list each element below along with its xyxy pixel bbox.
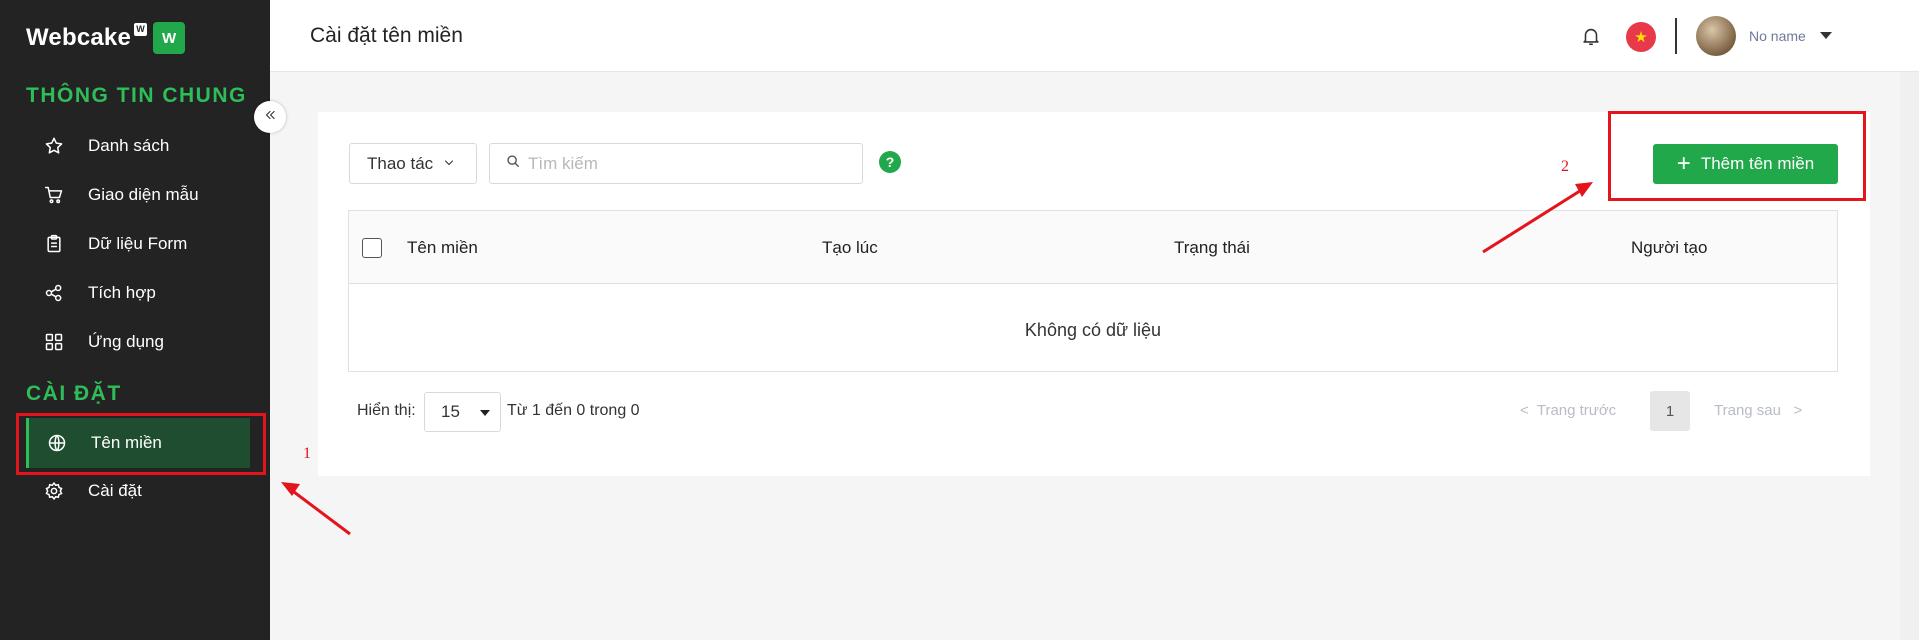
top-header: Cài đặt tên miền ★ No name <box>270 0 1919 72</box>
logo-badge: W <box>153 22 186 54</box>
caret-down-icon <box>480 410 490 416</box>
sidebar-item-label: Ứng dụng <box>88 332 164 351</box>
chevron-left-icon: < <box>1520 402 1533 419</box>
range-text: Từ 1 đến 0 trong 0 <box>507 402 640 419</box>
double-chevron-left-icon <box>263 108 277 127</box>
sidebar-item-label: Cài đặt <box>88 481 142 500</box>
prev-page-button[interactable]: < Trang trước <box>1520 402 1616 419</box>
clipboard-icon <box>42 232 66 256</box>
annotation-highlight-add-button <box>1608 111 1866 201</box>
actions-label: Thao tác <box>367 153 434 173</box>
search-box[interactable] <box>489 143 863 184</box>
sidebar-item-label: Danh sách <box>88 136 170 155</box>
collapse-sidebar-button[interactable] <box>254 101 286 133</box>
sidebar-item-list[interactable]: Danh sách <box>26 123 250 169</box>
annotation-highlight-domains <box>16 413 266 475</box>
grid-icon <box>42 330 66 354</box>
column-header-creator[interactable]: Người tạo <box>1631 238 1707 258</box>
page-title: Cài đặt tên miền <box>310 24 463 47</box>
table-header: Tên miền Tạo lúc Trạng thái Người tạo <box>349 211 1837 284</box>
cart-icon <box>42 183 66 207</box>
column-header-created-at[interactable]: Tạo lúc <box>822 238 878 258</box>
empty-state-text: Không có dữ liệu <box>1024 320 1162 340</box>
logo-text: Webcake <box>26 24 132 51</box>
sidebar-item-templates[interactable]: Giao diện mẫu <box>26 172 250 218</box>
sidebar-item-label: Tích hợp <box>88 283 156 302</box>
page-size-value: 15 <box>441 402 460 421</box>
column-header-status[interactable]: Trạng thái <box>1174 238 1250 258</box>
next-page-label: Trang sau <box>1714 402 1781 419</box>
annotation-arrow-1 <box>289 487 351 536</box>
share-icon <box>42 281 66 305</box>
language-flag-icon[interactable]: ★ <box>1626 22 1656 52</box>
actions-dropdown[interactable]: Thao tác <box>349 143 477 184</box>
sidebar-item-apps[interactable]: Ứng dụng <box>26 319 250 365</box>
prev-page-label: Trang trước <box>1536 402 1617 419</box>
help-icon[interactable]: ? <box>879 151 901 173</box>
header-divider <box>1675 18 1677 54</box>
chevron-down-icon <box>443 154 455 174</box>
section-title-settings: CÀI ĐẶT <box>26 382 122 405</box>
annotation-label-2: 2 <box>1561 158 1569 175</box>
annotation-arrowhead-1 <box>281 482 300 496</box>
page-number-button[interactable]: 1 <box>1650 391 1690 431</box>
chevron-right-icon: > <box>1785 402 1803 419</box>
gear-icon <box>42 479 66 503</box>
annotation-label-1: 1 <box>303 445 311 462</box>
logo-superscript: W <box>134 22 148 36</box>
sidebar-item-form-data[interactable]: Dữ liệu Form <box>26 221 250 267</box>
section-title-general: THÔNG TIN CHUNG <box>26 84 247 107</box>
page-size-label: Hiển thị: <box>357 402 416 419</box>
sidebar-item-label: Dữ liệu Form <box>88 234 188 253</box>
sidebar: Webcake W W THÔNG TIN CHUNG Danh sách Gi… <box>0 0 270 640</box>
sidebar-item-label: Giao diện mẫu <box>88 185 199 204</box>
page-size-select[interactable]: 15 <box>424 392 501 432</box>
sidebar-item-integrations[interactable]: Tích hợp <box>26 270 250 316</box>
caret-down-icon[interactable] <box>1820 32 1832 39</box>
next-page-button[interactable]: Trang sau > <box>1714 402 1802 419</box>
scrollbar[interactable] <box>1900 72 1919 640</box>
logo[interactable]: Webcake W W <box>26 22 186 54</box>
column-header-domain[interactable]: Tên miền <box>407 238 478 258</box>
domain-table: Tên miền Tạo lúc Trạng thái Người tạo Kh… <box>348 210 1838 372</box>
bell-icon[interactable] <box>1580 24 1602 53</box>
avatar[interactable] <box>1696 16 1736 56</box>
search-input[interactable] <box>528 153 848 174</box>
star-icon <box>42 134 66 158</box>
search-icon <box>506 154 520 173</box>
select-all-checkbox[interactable] <box>362 238 382 258</box>
user-name[interactable]: No name <box>1749 28 1806 44</box>
